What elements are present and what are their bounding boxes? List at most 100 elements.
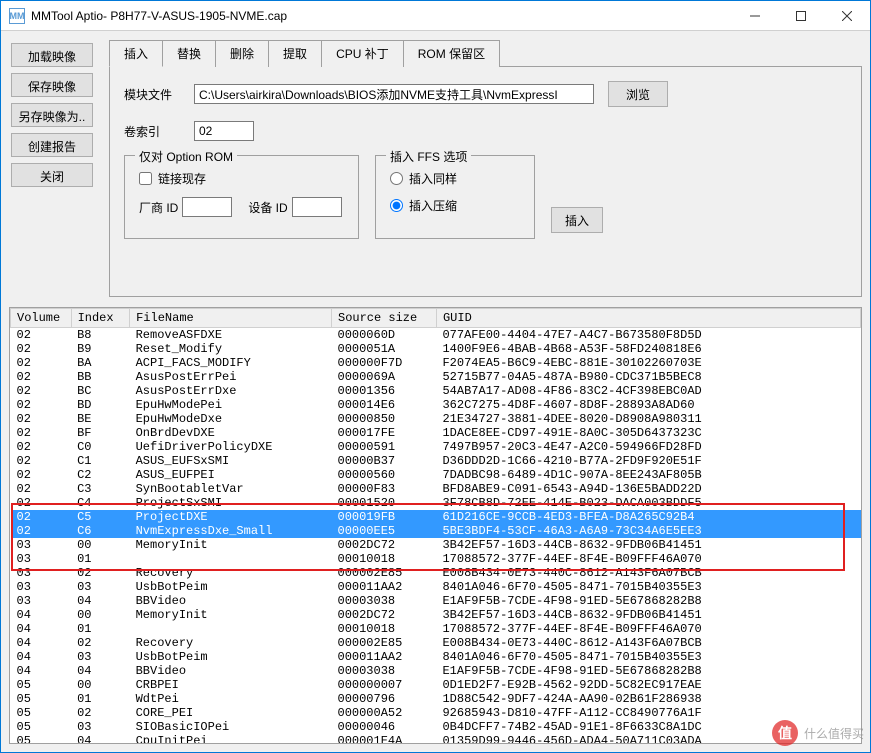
table-row[interactable]: 02BFOnBrdDevDXE000017FE1DACE8EE-CD97-491… — [11, 426, 861, 440]
tab-insert[interactable]: 插入 — [109, 40, 163, 67]
table-row[interactable]: 0300MemoryInit0002DC723B42EF57-16D3-44CB… — [11, 538, 861, 552]
table-row[interactable]: 02C1ASUS_EUFSxSMI00000B37D36DDD2D-1C66-4… — [11, 454, 861, 468]
table-row[interactable]: 02B8RemoveASFDXE0000060D077AFE00-4404-47… — [11, 328, 861, 343]
table-cell: ProjectSxSMI — [130, 496, 332, 510]
table-row[interactable]: 0402Recovery000002E85E008B434-0E73-440C-… — [11, 636, 861, 650]
tab-cpu-patch[interactable]: CPU 补丁 — [321, 40, 404, 67]
minimize-button[interactable] — [732, 1, 778, 31]
table-row[interactable]: 0403UsbBotPeim000011AA28401A046-6F70-450… — [11, 650, 861, 664]
maximize-button[interactable] — [778, 1, 824, 31]
insert-button[interactable]: 插入 — [551, 207, 603, 233]
table-row[interactable]: 03010001001817088572-377F-44EF-8F4E-B09F… — [11, 552, 861, 566]
col-index[interactable]: Index — [71, 309, 130, 328]
insert-same-label: 插入同样 — [409, 170, 457, 187]
tab-replace[interactable]: 替换 — [162, 40, 216, 67]
table-cell: 17088572-377F-44EF-8F4E-B09FFF46A070 — [436, 552, 860, 566]
table-cell: 00003038 — [332, 664, 437, 678]
table-cell: 02 — [11, 524, 72, 538]
table-row[interactable]: 0503SIOBasicIOPei000000460B4DCFF7-74B2-4… — [11, 720, 861, 734]
table-row[interactable]: 02C6NvmExpressDxe_Small00000EE55BE3BDF4-… — [11, 524, 861, 538]
table-cell: 02 — [11, 510, 72, 524]
table-row[interactable]: 0502CORE_PEI000000A5292685943-D810-47FF-… — [11, 706, 861, 720]
table-cell: 01 — [71, 692, 130, 706]
table-cell: EpuHwModeDxe — [130, 412, 332, 426]
col-filename[interactable]: FileName — [130, 309, 332, 328]
table-cell: 1DACE8EE-CD97-491E-8A0C-305D6437323C — [436, 426, 860, 440]
table-row[interactable]: 02C5ProjectDXE000019FB61D216CE-9CCB-4ED3… — [11, 510, 861, 524]
table-cell: SynBootabletVar — [130, 482, 332, 496]
col-source-size[interactable]: Source size — [332, 309, 437, 328]
table-cell: UsbBotPeim — [130, 650, 332, 664]
table-cell: 05 — [11, 706, 72, 720]
tabstrip: 插入 替换 删除 提取 CPU 补丁 ROM 保留区 — [109, 39, 862, 67]
table-cell: 7DADBC98-6489-4D1C-907A-8EE243AF805B — [436, 468, 860, 482]
module-file-input[interactable] — [194, 84, 594, 104]
table-cell: CRBPEI — [130, 678, 332, 692]
col-volume[interactable]: Volume — [11, 309, 72, 328]
table-cell: 000019FB — [332, 510, 437, 524]
tab-rom-reserve[interactable]: ROM 保留区 — [403, 40, 500, 67]
table-row[interactable]: 02BBAsusPostErrPei0000069A52715B77-04A5-… — [11, 370, 861, 384]
table-row[interactable]: 0400MemoryInit0002DC723B42EF57-16D3-44CB… — [11, 608, 861, 622]
save-image-button[interactable]: 保存映像 — [11, 73, 93, 97]
table-row[interactable]: 02C2ASUS_EUFPEI000005607DADBC98-6489-4D1… — [11, 468, 861, 482]
table-cell: 05 — [11, 734, 72, 743]
load-image-button[interactable]: 加载映像 — [11, 43, 93, 67]
table-cell: 000000007 — [332, 678, 437, 692]
table-cell: 04 — [71, 594, 130, 608]
table-row[interactable]: 0504CpuInitPei000001E4A01359D99-9446-456… — [11, 734, 861, 743]
table-cell: 00 — [71, 538, 130, 552]
insert-same-radio[interactable] — [390, 172, 403, 185]
tab-panel-insert: 模块文件 浏览 卷索引 仅对 Option ROM 链接现存 — [109, 67, 862, 297]
table-cell: C2 — [71, 468, 130, 482]
table-row[interactable]: 02C0UefiDriverPolicyDXE000005917497B957-… — [11, 440, 861, 454]
table-cell: 52715B77-04A5-487A-B980-CDC371B5BEC8 — [436, 370, 860, 384]
table-cell: 17088572-377F-44EF-8F4E-B09FFF46A070 — [436, 622, 860, 636]
table-cell: 000001E4A — [332, 734, 437, 743]
create-report-button[interactable]: 创建报告 — [11, 133, 93, 157]
table-cell: 04 — [11, 650, 72, 664]
table-cell: BF — [71, 426, 130, 440]
table-cell: 02 — [11, 454, 72, 468]
table-cell: 00001520 — [332, 496, 437, 510]
table-row[interactable]: 04010001001817088572-377F-44EF-8F4E-B09F… — [11, 622, 861, 636]
col-guid[interactable]: GUID — [436, 309, 860, 328]
table-cell: 3B42EF57-16D3-44CB-8632-9FDB06B41451 — [436, 608, 860, 622]
table-row[interactable]: 02BEEpuHwModeDxe0000085021E34727-3881-4D… — [11, 412, 861, 426]
table-cell: 00001356 — [332, 384, 437, 398]
table-cell: BD — [71, 398, 130, 412]
table-row[interactable]: 0404BBVideo00003038E1AF9F5B-7CDE-4F98-91… — [11, 664, 861, 678]
option-rom-group-title: 仅对 Option ROM — [135, 148, 237, 165]
table-cell: 03 — [11, 552, 72, 566]
table-cell: 000011AA2 — [332, 580, 437, 594]
table-row[interactable]: 02C4ProjectSxSMI000015203F78CB8D-72EE-41… — [11, 496, 861, 510]
module-table-scroll[interactable]: Volume Index FileName Source size GUID 0… — [10, 308, 861, 743]
table-row[interactable]: 02C3SynBootabletVar00000F83BFD8ABE9-C091… — [11, 482, 861, 496]
table-cell: 00000046 — [332, 720, 437, 734]
table-cell: 000002E85 — [332, 566, 437, 580]
vendor-id-input[interactable] — [182, 197, 232, 217]
table-row[interactable]: 02BDEpuHwModePei000014E6362C7275-4D8F-46… — [11, 398, 861, 412]
table-cell: CpuInitPei — [130, 734, 332, 743]
volume-index-input[interactable] — [194, 121, 254, 141]
table-row[interactable]: 0500CRBPEI0000000070D1ED2F7-E92B-4562-92… — [11, 678, 861, 692]
table-row[interactable]: 0303UsbBotPeim000011AA28401A046-6F70-450… — [11, 580, 861, 594]
table-row[interactable]: 02BCAsusPostErrDxe0000135654AB7A17-AD08-… — [11, 384, 861, 398]
tab-delete[interactable]: 删除 — [215, 40, 269, 67]
table-row[interactable]: 0302Recovery000002E85E008B434-0E73-440C-… — [11, 566, 861, 580]
insert-compressed-radio[interactable] — [390, 199, 403, 212]
close-image-button[interactable]: 关闭 — [11, 163, 93, 187]
close-button[interactable] — [824, 1, 870, 31]
table-row[interactable]: 0304BBVideo00003038E1AF9F5B-7CDE-4F98-91… — [11, 594, 861, 608]
tab-extract[interactable]: 提取 — [268, 40, 322, 67]
device-id-input[interactable] — [292, 197, 342, 217]
table-row[interactable]: 02BAACPI_FACS_MODIFY000000F7DF2074EA5-B6… — [11, 356, 861, 370]
table-cell: 7497B957-20C3-4E47-A2C0-594966FD28FD — [436, 440, 860, 454]
link-existing-checkbox[interactable] — [139, 172, 152, 185]
table-cell: 03 — [11, 594, 72, 608]
table-row[interactable]: 0501WdtPei000007961D88C542-9DF7-424A-AA9… — [11, 692, 861, 706]
table-cell: 00000591 — [332, 440, 437, 454]
table-row[interactable]: 02B9Reset_Modify0000051A1400F9E6-4BAB-4B… — [11, 342, 861, 356]
browse-button[interactable]: 浏览 — [608, 81, 668, 107]
save-image-as-button[interactable]: 另存映像为.. — [11, 103, 93, 127]
